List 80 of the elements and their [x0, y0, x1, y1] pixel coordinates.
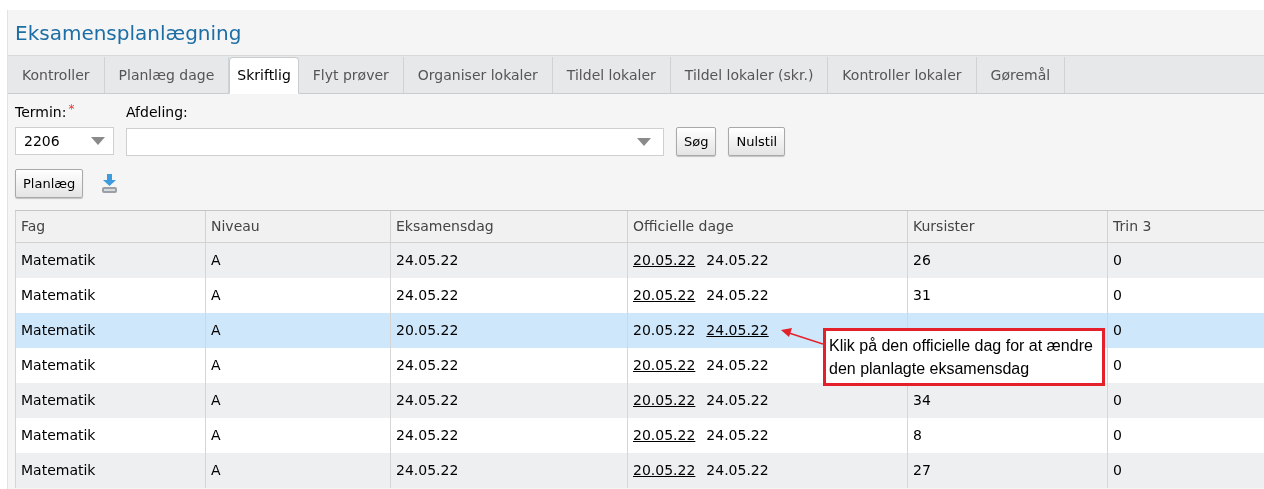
table-cell-text: Matematik — [21, 356, 96, 375]
table-cell-text: A — [211, 356, 221, 375]
termin-dropdown[interactable]: 2206 — [15, 127, 114, 155]
table-cell-text: Matematik — [21, 286, 96, 305]
reset-button[interactable]: Nulstil — [728, 127, 786, 156]
table-cell-text: 0 — [1113, 286, 1122, 305]
table-cell-text: 34 — [913, 391, 931, 410]
table-row[interactable]: Matematik A 24.05.22 20.05.22 24.05.22 31 0 — [15, 278, 1264, 313]
table-cell-text: 24.05.22 — [396, 251, 459, 270]
plan-button[interactable]: Planlæg — [15, 169, 84, 198]
column-header[interactable]: Kursister — [907, 211, 1107, 242]
table-cell-text: 24.05.22 — [396, 426, 459, 445]
table-cell-text: 0 — [1113, 251, 1122, 270]
official-date-link[interactable]: 20.05.22 — [633, 390, 696, 411]
column-header[interactable]: Trin 3 — [1107, 211, 1264, 242]
tab[interactable]: Skriftlig — [229, 57, 299, 94]
table-cell-text: A — [211, 321, 221, 340]
official-date-link[interactable]: 20.05.22 — [633, 425, 696, 446]
official-date: 24.05.22 — [706, 251, 769, 270]
table-cell-text: A — [211, 461, 221, 480]
official-date-link[interactable]: 20.05.22 — [633, 460, 696, 481]
tab[interactable]: Flyt prøver — [298, 57, 404, 93]
column-header[interactable]: Officielle dage — [627, 211, 907, 242]
tab[interactable]: Kontroller — [8, 57, 105, 93]
table-cell-text: Matematik — [21, 251, 96, 270]
page-title: Eksamensplanlægning — [15, 19, 242, 47]
column-header[interactable]: Fag — [15, 211, 205, 242]
table-cell-text: A — [211, 251, 221, 270]
official-date-link[interactable]: 20.05.22 — [633, 250, 696, 271]
table-cell-text: 0 — [1113, 321, 1122, 340]
tab[interactable]: Tildel lokaler — [552, 57, 671, 93]
table-row[interactable]: Matematik A 24.05.22 20.05.22 24.05.22 8 0 — [15, 418, 1264, 453]
official-date: 24.05.22 — [706, 356, 769, 375]
table-cell-text: Matematik — [21, 391, 96, 410]
afdeling-dropdown[interactable] — [126, 127, 664, 156]
table-cell-text: 8 — [913, 426, 922, 445]
column-header[interactable]: Eksamensdag — [390, 211, 627, 242]
table-cell-text: 27 — [913, 461, 931, 480]
callout-tooltip: Klik på den officielle dag for at ændre den planlagte eksamensdag — [823, 328, 1105, 386]
table-row[interactable]: Matematik A 24.05.22 20.05.22 24.05.22 27 0 — [15, 453, 1264, 488]
official-date-link[interactable]: 20.05.22 — [633, 355, 696, 376]
table-cell-text: A — [211, 286, 221, 305]
required-mark: * — [68, 101, 75, 118]
tab[interactable]: Tildel lokaler (skr.) — [670, 57, 829, 93]
tab[interactable]: Kontroller lokaler — [828, 57, 977, 93]
table-cell-text: Matematik — [21, 426, 96, 445]
table-cell-text: 24.05.22 — [396, 286, 459, 305]
table-cell-text: A — [211, 391, 221, 410]
official-date: 24.05.22 — [706, 426, 769, 445]
table-row[interactable]: Matematik A 24.05.22 20.05.22 24.05.22 34 0 — [15, 383, 1264, 418]
table-row[interactable]: Matematik A 24.05.22 20.05.22 24.05.22 26 0 — [15, 243, 1264, 278]
field-label: Afdeling: — [126, 103, 189, 122]
dropdown-caret-icon — [91, 137, 105, 145]
table-cell-text: 0 — [1113, 426, 1122, 445]
table-cell-text: 0 — [1113, 356, 1122, 375]
table-cell-text: 24.05.22 — [396, 461, 459, 480]
official-date-link[interactable]: 24.05.22 — [706, 320, 769, 341]
table-cell-text: 24.05.22 — [396, 356, 459, 375]
table-cell-text: Matematik — [21, 321, 96, 340]
table-cell-text: 26 — [913, 251, 931, 270]
table-cell-text: 0 — [1113, 391, 1122, 410]
table-cell-text: 24.05.22 — [396, 391, 459, 410]
dropdown-caret-icon — [637, 137, 651, 146]
table-cell-text: Matematik — [21, 461, 96, 480]
table-cell-text: A — [211, 426, 221, 445]
table-cell-text: 0 — [1113, 461, 1122, 480]
field-label: Termin: — [15, 103, 67, 122]
table-cell-text: 20.05.22 — [396, 321, 459, 340]
tab[interactable]: Gøremål — [976, 57, 1066, 93]
tab[interactable]: Organiser lokaler — [403, 57, 553, 93]
official-date: 24.05.22 — [706, 461, 769, 480]
table-cell-text: 31 — [913, 286, 931, 305]
callout-arrow-icon — [781, 328, 823, 346]
official-date: 20.05.22 — [633, 321, 696, 340]
official-date-link[interactable]: 20.05.22 — [633, 285, 696, 306]
download-icon[interactable] — [101, 173, 119, 194]
official-date: 24.05.22 — [706, 286, 769, 305]
column-header[interactable]: Niveau — [205, 211, 390, 242]
official-date: 24.05.22 — [706, 391, 769, 410]
search-button[interactable]: Søg — [676, 127, 717, 156]
